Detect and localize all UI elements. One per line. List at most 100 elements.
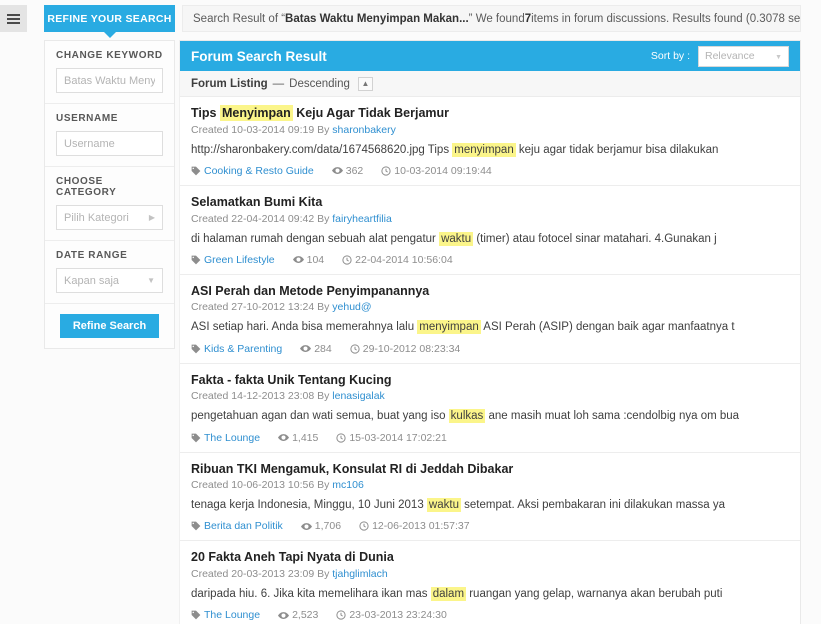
result-views: 1,706 bbox=[300, 520, 342, 533]
sidebar-group-label: CHOOSE CATEGORY bbox=[56, 176, 117, 198]
result-views: 2,523 bbox=[278, 609, 318, 621]
snippet-highlight: waktu bbox=[426, 498, 461, 513]
created-label: Created 27-10-2012 13:24 By bbox=[191, 301, 333, 314]
snippet-text: keju agar tidak berjamur bisa dilakukan bbox=[515, 143, 719, 156]
sidebar-input-1[interactable] bbox=[56, 131, 163, 156]
sidebar-select-3[interactable]: Kapan saja ▼ bbox=[56, 268, 163, 293]
snippet-highlight: menyimpan bbox=[417, 320, 481, 335]
hamburger-menu-button[interactable] bbox=[0, 5, 27, 32]
snippet-text: setempat. Aksi pembakaran ini dilakukan … bbox=[460, 499, 725, 512]
refine-your-search-tab[interactable]: REFINE YOUR SEARCH bbox=[44, 5, 175, 38]
snippet-text: (timer) atau fotocel sinar matahari. 4.G… bbox=[473, 232, 717, 245]
result-author-link[interactable]: mc106 bbox=[332, 479, 364, 491]
result-meta: The Lounge 2,523 23-03-2013 23:24:30 bbox=[191, 609, 789, 621]
eye-icon bbox=[278, 432, 290, 443]
eye-icon bbox=[300, 343, 312, 354]
search-results-page: REFINE YOUR SEARCH Search Result of “Bat… bbox=[0, 0, 821, 624]
result-timestamp-value: 23-03-2013 23:24:30 bbox=[349, 609, 447, 622]
result-timestamp: 10-03-2014 09:19:44 bbox=[381, 165, 492, 177]
result-author-link[interactable]: lenasigalak bbox=[332, 390, 385, 402]
tag-icon bbox=[191, 255, 201, 265]
result-category[interactable]: Cooking & Resto Guide bbox=[191, 165, 314, 177]
result-author-link[interactable]: yehud@ bbox=[332, 301, 371, 313]
snippet-highlight: menyimpan bbox=[452, 142, 516, 157]
refine-search-button[interactable]: Refine Search bbox=[59, 314, 160, 338]
result-category-link[interactable]: Berita dan Politik bbox=[204, 520, 283, 532]
result-author-link[interactable]: sharonbakery bbox=[332, 124, 396, 136]
sidebar-select-2[interactable]: Pilih Kategori ▶ bbox=[56, 205, 163, 230]
result-created: Created 14-12-2013 23:08 By lenasigalak bbox=[191, 390, 789, 402]
result-category-link[interactable]: Cooking & Resto Guide bbox=[204, 165, 314, 177]
sidebar-group-2: CHOOSE CATEGORY Pilih Kategori ▶ bbox=[45, 167, 174, 241]
snippet-highlight: dalam bbox=[430, 587, 467, 601]
result-category[interactable]: Berita dan Politik bbox=[191, 520, 283, 532]
summary-prefix: Search Result of “ bbox=[193, 12, 286, 25]
result-author-link[interactable]: fairyheartfilia bbox=[332, 213, 392, 225]
result-views-count: 104 bbox=[306, 253, 325, 266]
result-category[interactable]: The Lounge bbox=[191, 609, 260, 621]
result-views: 284 bbox=[300, 343, 332, 355]
result-views-count: 1,706 bbox=[314, 520, 342, 533]
result-title[interactable]: ASI Perah dan Metode Penyimpanannya bbox=[191, 284, 789, 300]
result-category[interactable]: Kids & Parenting bbox=[191, 343, 282, 355]
created-label: Created 20-03-2013 23:09 By bbox=[191, 568, 333, 580]
snippet-text: daripada hiu. 6. Jika kita memelihara ik… bbox=[191, 588, 431, 600]
result-category-link[interactable]: Kids & Parenting bbox=[204, 343, 282, 355]
snippet-text: ane masih muat loh sama :cendolbig nya o… bbox=[485, 410, 740, 423]
tag-icon bbox=[191, 610, 201, 620]
result-title[interactable]: Selamatkan Bumi Kita bbox=[191, 195, 789, 211]
sidebar-input-0[interactable] bbox=[56, 68, 163, 93]
tag-icon bbox=[191, 521, 201, 531]
sort-by-value: Relevance bbox=[705, 50, 755, 62]
clock-icon bbox=[381, 166, 391, 176]
result-title[interactable]: 20 Fakta Aneh Tapi Nyata di Dunia bbox=[191, 550, 789, 566]
result-timestamp: 15-03-2014 17:02:21 bbox=[336, 432, 447, 444]
sidebar-select-value: Kapan saja bbox=[64, 274, 120, 287]
snippet-text: di halaman rumah dengan sebuah alat peng… bbox=[191, 232, 440, 245]
result-item: Ribuan TKI Mengamuk, Konsulat RI di Jedd… bbox=[180, 453, 800, 542]
result-views-count: 362 bbox=[345, 164, 364, 177]
clock-icon bbox=[336, 432, 346, 443]
tab-caret-icon bbox=[103, 32, 116, 38]
search-results-list: Tips Menyimpan Keju Agar Tidak Berjamur C… bbox=[180, 97, 800, 624]
result-category[interactable]: Green Lifestyle bbox=[191, 254, 275, 266]
result-timestamp-value: 10-03-2014 09:19:44 bbox=[394, 164, 492, 177]
result-category-link[interactable]: Green Lifestyle bbox=[204, 254, 275, 266]
refine-search-sidebar: CHANGE KEYWORD USERNAME CHOOSE CATEGORY Pil… bbox=[44, 40, 175, 349]
result-meta: Kids & Parenting 284 29-10-2012 08:23:34 bbox=[191, 343, 789, 355]
snippet-text: http://sharonbakery.com/data/1674568620.… bbox=[191, 143, 453, 156]
sort-direction-toggle[interactable]: ▲ bbox=[357, 76, 373, 91]
sidebar-group-label: USERNAME bbox=[56, 113, 119, 124]
title-highlight: Menyimpan bbox=[219, 105, 293, 121]
result-category-link[interactable]: The Lounge bbox=[204, 609, 260, 621]
sidebar-select-value: Pilih Kategori bbox=[64, 211, 129, 224]
result-title[interactable]: Ribuan TKI Mengamuk, Konsulat RI di Jedd… bbox=[191, 462, 789, 478]
tag-icon bbox=[191, 433, 201, 443]
eye-icon bbox=[292, 254, 304, 265]
result-timestamp-value: 29-10-2012 08:23:34 bbox=[362, 342, 461, 355]
sidebar-actions: Refine Search bbox=[45, 304, 174, 342]
sidebar-group-3: DATE RANGE Kapan saja ▼ bbox=[45, 241, 174, 304]
sidebar-group-label: CHANGE KEYWORD bbox=[56, 50, 163, 61]
result-snippet: pengetahuan agan dan wati semua, buat ya… bbox=[191, 408, 789, 425]
result-category[interactable]: The Lounge bbox=[191, 432, 260, 444]
result-item: Tips Menyimpan Keju Agar Tidak Berjamur C… bbox=[180, 97, 800, 186]
result-timestamp-value: 22-04-2014 10:56:04 bbox=[355, 253, 453, 266]
result-author-link[interactable]: tjahglimlach bbox=[332, 568, 387, 580]
result-category-link[interactable]: The Lounge bbox=[204, 432, 260, 444]
eye-icon bbox=[331, 165, 343, 176]
clock-icon bbox=[350, 344, 360, 354]
result-created: Created 10-03-2014 09:19 By sharonbakery bbox=[191, 124, 789, 136]
snippet-text: pengetahuan agan dan wati semua, buat ya… bbox=[191, 410, 449, 423]
sort-by-select[interactable]: Relevance ▲ bbox=[698, 45, 789, 67]
sort-by-label: Sort by : bbox=[650, 50, 690, 62]
result-title[interactable]: Tips Menyimpan Keju Agar Tidak Berjamur bbox=[191, 105, 789, 122]
title-text: Ribuan TKI Mengamuk, Konsulat RI di Jedd… bbox=[191, 461, 514, 476]
result-timestamp-value: 12-06-2013 01:57:37 bbox=[372, 520, 470, 533]
result-snippet: di halaman rumah dengan sebuah alat peng… bbox=[191, 231, 789, 248]
summary-mid: ” We found bbox=[468, 12, 525, 25]
result-snippet: daripada hiu. 6. Jika kita memelihara ik… bbox=[191, 586, 789, 603]
result-created: Created 22-04-2014 09:42 By fairyheartfi… bbox=[191, 213, 789, 225]
listing-dash: — bbox=[272, 77, 285, 90]
result-title[interactable]: Fakta - fakta Unik Tentang Kucing bbox=[191, 373, 789, 389]
